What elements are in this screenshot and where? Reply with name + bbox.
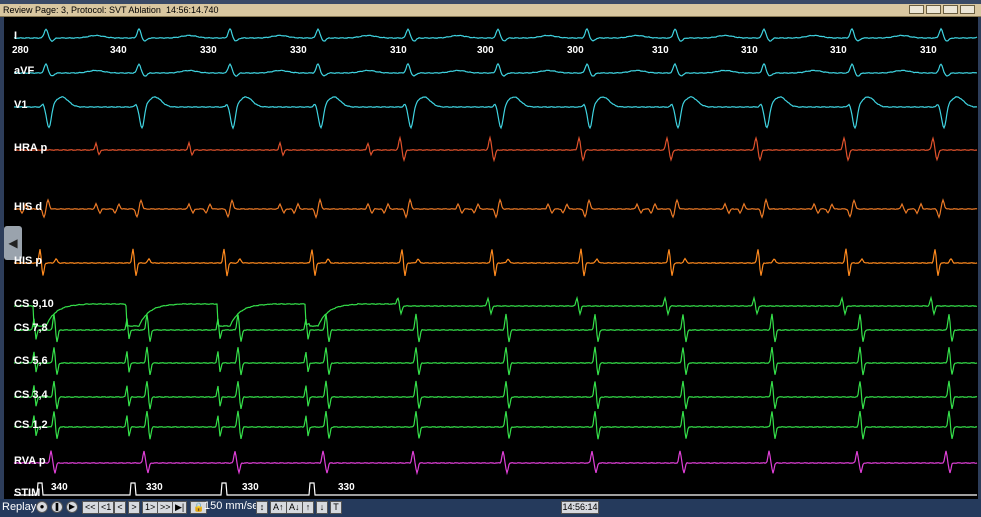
record-icon[interactable]: ● bbox=[36, 501, 48, 513]
arrow-up-icon[interactable]: ↑ bbox=[302, 501, 314, 514]
stim-interval-label: 330 bbox=[146, 482, 163, 493]
channel-label-cs-9-10[interactable]: CS 9,10 bbox=[14, 298, 54, 310]
channel-label-his-p[interactable]: HIS p bbox=[14, 255, 42, 267]
channel-label-cs-3-4[interactable]: CS 3,4 bbox=[14, 389, 48, 401]
waveform-canvas bbox=[13, 27, 978, 496]
font-down-button[interactable]: A↓ bbox=[286, 501, 303, 514]
channel-label-i[interactable]: I bbox=[14, 30, 17, 42]
review-time: 14:56:14.740 bbox=[166, 5, 219, 15]
cycle-length-label: 330 bbox=[290, 45, 307, 56]
title-bar: Review Page: 3, Protocol: SVT Ablation 1… bbox=[0, 4, 981, 17]
channel-label-cs-7-8[interactable]: CS 7,8 bbox=[14, 322, 48, 334]
window-controls bbox=[909, 5, 975, 14]
text-tool-button[interactable]: T bbox=[330, 501, 342, 514]
layout-4-button[interactable] bbox=[960, 5, 975, 14]
cycle-length-label: 300 bbox=[567, 45, 584, 56]
cycle-length-label: 310 bbox=[390, 45, 407, 56]
stim-interval-label: 330 bbox=[242, 482, 259, 493]
channel-label-v1[interactable]: V1 bbox=[14, 99, 27, 111]
time-cursor: 14:56:14 bbox=[561, 501, 599, 514]
chevron-left-icon: ◀ bbox=[8, 236, 18, 250]
trace-hra-p bbox=[13, 135, 978, 163]
cycle-length-label: 340 bbox=[110, 45, 127, 56]
nav-button-0[interactable]: << bbox=[82, 501, 99, 514]
trace-cs-7-8 bbox=[13, 313, 977, 343]
cycle-length-label: 300 bbox=[477, 45, 494, 56]
pause-icon[interactable]: ❚ bbox=[51, 501, 63, 513]
window-title: Review Page: 3, Protocol: SVT Ablation bbox=[3, 5, 161, 15]
cycle-length-label: 280 bbox=[12, 45, 29, 56]
cycle-length-label: 310 bbox=[830, 45, 847, 56]
trace-rva-p bbox=[13, 450, 978, 476]
cycle-length-label: 330 bbox=[200, 45, 217, 56]
layout-1-button[interactable] bbox=[909, 5, 924, 14]
nav-button-4[interactable]: 1> bbox=[142, 501, 159, 514]
speed-stepper-icon[interactable]: ↕ bbox=[256, 501, 268, 514]
channel-label-stim[interactable]: STIM bbox=[14, 487, 40, 499]
play-icon[interactable]: ▶ bbox=[66, 501, 78, 513]
stim-interval-label: 330 bbox=[338, 482, 355, 493]
replay-toolbar: Replay ● ❚ ▶ << <1 < >1> >> ▶| 🔒 150 mm/sec … bbox=[0, 499, 981, 517]
trace-his-d bbox=[13, 197, 978, 220]
nav-button-3[interactable]: > bbox=[128, 501, 140, 514]
trace-avf bbox=[13, 62, 978, 77]
cycle-length-label: 310 bbox=[920, 45, 937, 56]
channel-label-avf[interactable]: aVF bbox=[14, 65, 34, 77]
trace-cs-9-10 bbox=[13, 295, 978, 328]
step-end-button[interactable]: ▶| bbox=[172, 501, 188, 514]
trace-cs-5-6 bbox=[13, 346, 978, 376]
stim-interval-label: 340 bbox=[51, 482, 68, 493]
channel-label-cs-5-6[interactable]: CS 5,6 bbox=[14, 355, 48, 367]
layout-2-button[interactable] bbox=[926, 5, 941, 14]
channel-label-his-d[interactable]: HIS d bbox=[14, 201, 42, 213]
trace-cs-3-4 bbox=[14, 380, 978, 410]
layout-3-button[interactable] bbox=[943, 5, 958, 14]
replay-label: Replay bbox=[2, 501, 37, 513]
trace-cs-1-2 bbox=[14, 410, 978, 440]
trace-i bbox=[13, 27, 978, 43]
nav-button-1[interactable]: <1 bbox=[98, 501, 115, 514]
trace-v1 bbox=[13, 95, 978, 130]
arrow-down-icon[interactable]: ↓ bbox=[316, 501, 328, 514]
sweep-speed[interactable]: 150 mm/sec bbox=[204, 500, 264, 512]
trace-his-p bbox=[13, 248, 978, 277]
channel-label-cs-1-2[interactable]: CS 1,2 bbox=[14, 419, 48, 431]
waveform-display bbox=[4, 17, 978, 499]
font-up-button[interactable]: A↑ bbox=[270, 501, 287, 514]
cycle-length-label: 310 bbox=[741, 45, 758, 56]
channel-label-hra-p[interactable]: HRA p bbox=[14, 142, 47, 154]
nav-button-2[interactable]: < bbox=[114, 501, 126, 514]
cycle-length-label: 310 bbox=[652, 45, 669, 56]
channel-label-rva-p[interactable]: RVA p bbox=[14, 455, 46, 467]
